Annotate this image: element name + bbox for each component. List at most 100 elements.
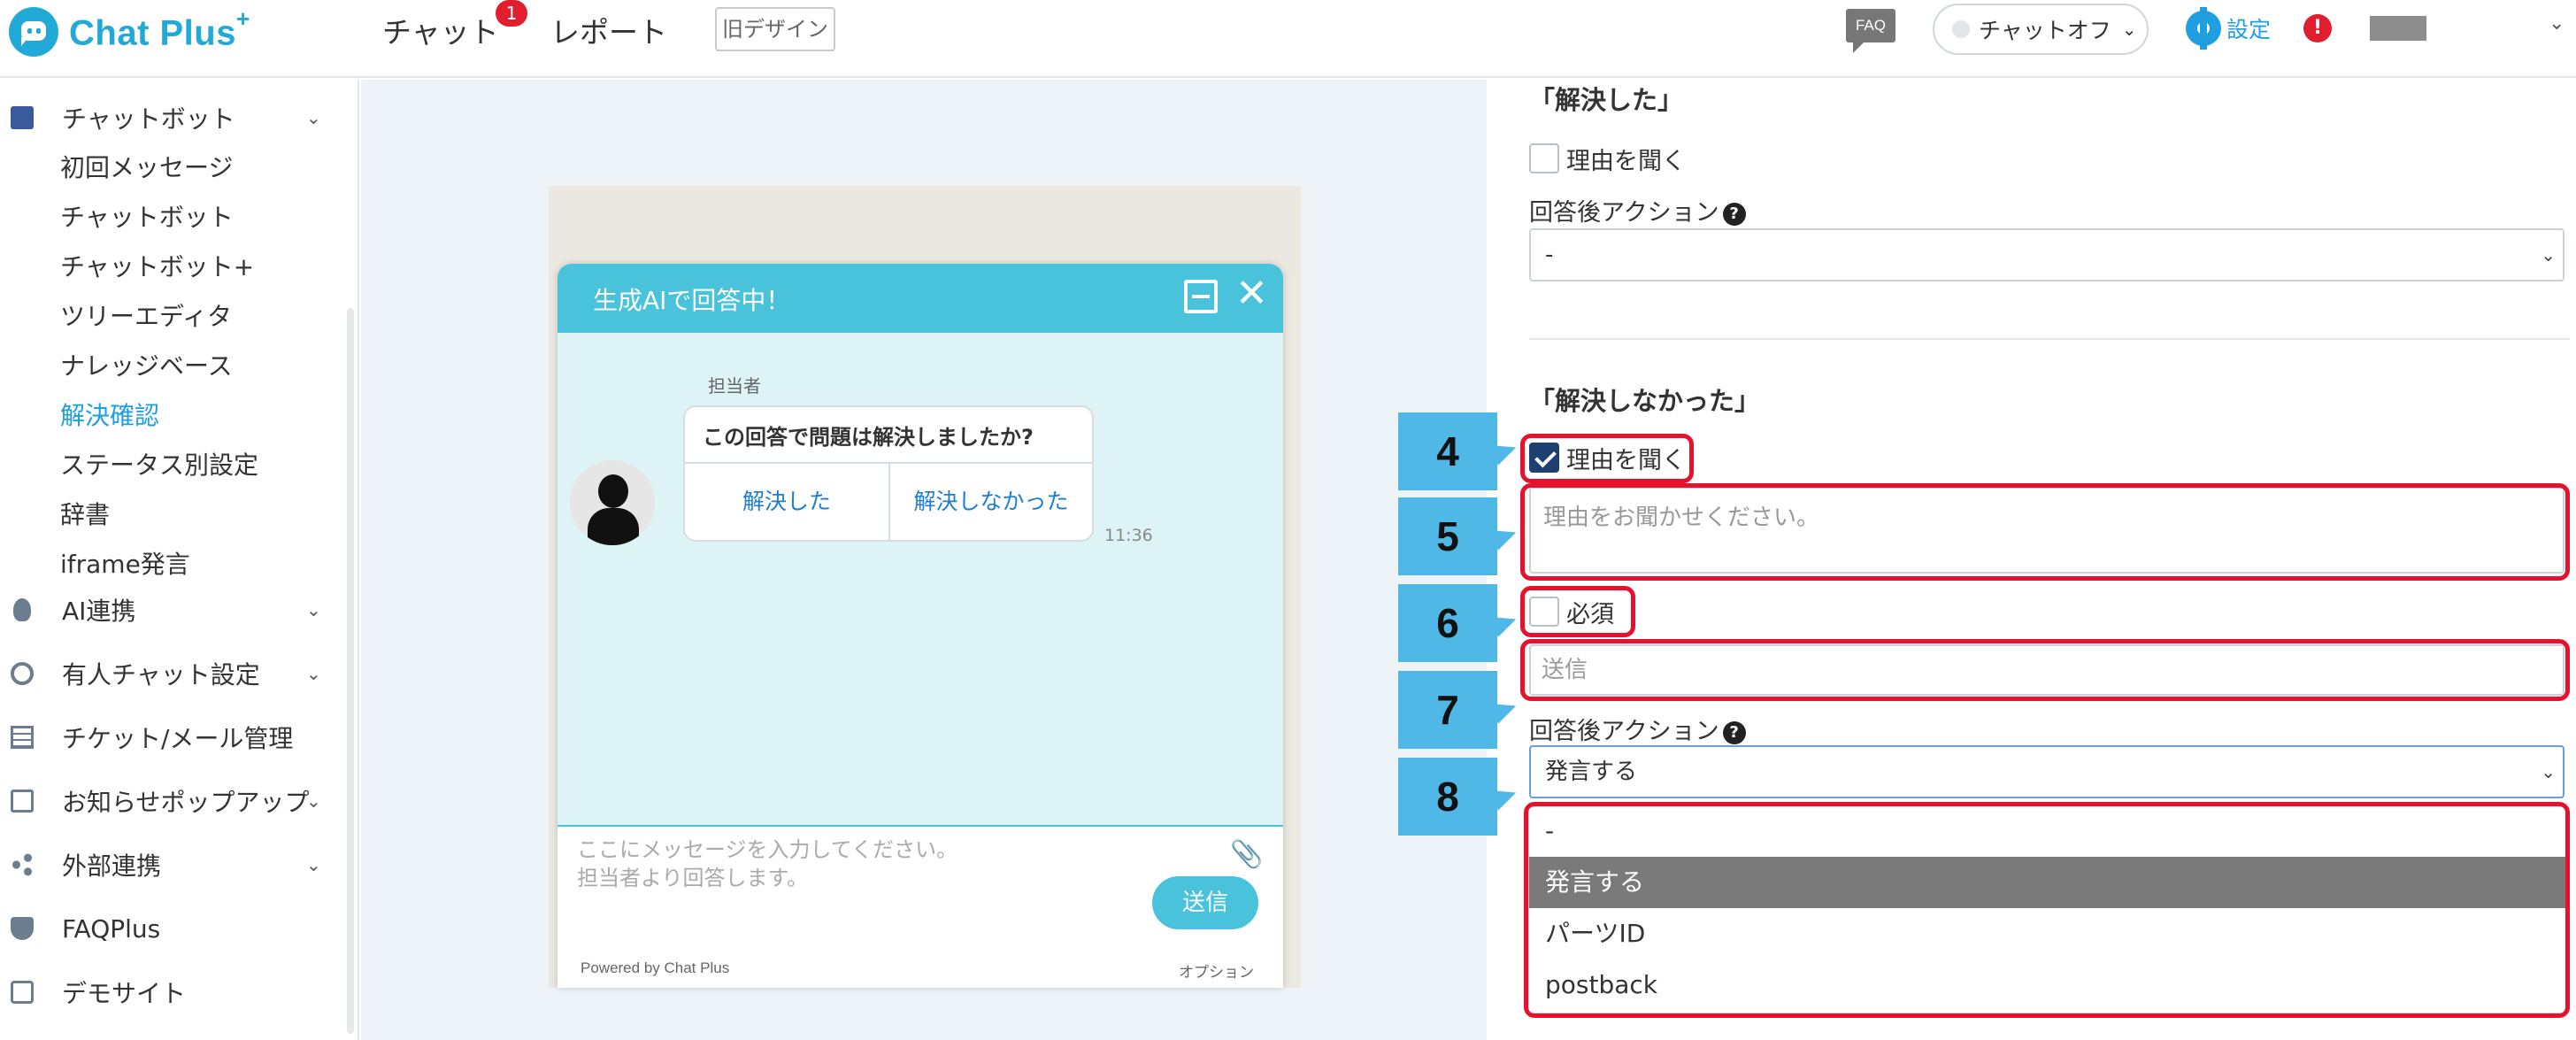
sidebar-item-chatbot-plus[interactable]: チャットボット+: [60, 248, 254, 283]
paperclip-icon[interactable]: 📎: [1230, 839, 1263, 870]
status-dot-icon: [1952, 20, 1970, 38]
sidebar-scrollbar[interactable]: [347, 308, 354, 1034]
chevron-down-icon: ⌄: [306, 854, 321, 875]
chevron-down-icon: ⌄: [2121, 19, 2137, 40]
sidebar-group-label: FAQPlus: [62, 913, 161, 944]
logo-text: Chat Plus+: [69, 4, 250, 53]
chat-notification-badge: 1: [496, 0, 527, 27]
unresolved-section-title: 「解決しなかった」: [1529, 386, 1761, 416]
sidebar-group-ai[interactable]: AI連携 ⌄: [0, 588, 336, 632]
settings-link[interactable]: 設定: [2186, 7, 2272, 50]
alert-icon[interactable]: !: [2303, 14, 2332, 42]
sidebar-item-resolution-check[interactable]: 解決確認: [60, 397, 159, 432]
highlight-dropdown: [1524, 802, 2570, 1018]
gear-icon: [2186, 7, 2221, 50]
message-input[interactable]: ここにメッセージを入力してください。 担当者より回答します。: [577, 836, 1126, 892]
callout-6: 6: [1398, 584, 1497, 662]
after-action-label: 回答後アクション?: [1529, 193, 1746, 227]
unresolved-button[interactable]: 解決しなかった: [890, 464, 1092, 540]
widget-messages: 担当者 この回答で問題は解決しましたか? 解決した 解決しなかった 11:36: [557, 333, 1283, 825]
widget-header: 生成AIで回答中！ ✕: [557, 264, 1283, 333]
highlight-ask-reason: [1520, 434, 1694, 483]
shield-icon: [11, 917, 34, 940]
widget-input-area: ここにメッセージを入力してください。 担当者より回答します。 📎 送信 Powe…: [557, 825, 1283, 988]
sidebar-group-label: 外部連携: [62, 851, 162, 881]
faq-icon[interactable]: FAQ: [1846, 9, 1895, 53]
user-avatar[interactable]: [2370, 16, 2426, 41]
agent-name: 担当者: [708, 375, 761, 397]
chat-widget-preview: 生成AIで回答中！ ✕ 担当者 この回答で問題は解決しましたか? 解決した 解決…: [557, 264, 1283, 988]
close-icon[interactable]: ✕: [1235, 271, 1268, 316]
agent-avatar-icon: [570, 460, 655, 545]
user-menu-chevron-icon[interactable]: ⌄: [2549, 12, 2564, 35]
sidebar-group-label: デモサイト: [62, 979, 187, 1008]
resolved-ask-reason-label: 理由を聞く: [1566, 148, 1686, 175]
option-link[interactable]: オプション: [1179, 959, 1254, 982]
minimize-icon[interactable]: [1184, 280, 1218, 313]
sidebar-item-status-settings[interactable]: ステータス別設定: [60, 446, 258, 481]
help-icon[interactable]: ?: [1722, 720, 1746, 744]
sidebar-group-faqplus[interactable]: FAQPlus: [0, 906, 336, 951]
sidebar-group-label: チケット/メール管理: [62, 724, 294, 753]
widget-title: 生成AIで回答中！: [593, 286, 791, 315]
chevron-down-icon: ⌄: [306, 790, 321, 812]
chevron-down-icon: ⌄: [2541, 244, 2556, 266]
sidebar-group-demo[interactable]: デモサイト: [0, 970, 336, 1014]
resolved-action-select[interactable]: - ⌄: [1529, 228, 2564, 281]
chat-bubble-logo-icon: [9, 7, 58, 57]
chatplus-logo[interactable]: Chat Plus+: [9, 5, 250, 58]
callout-5: 5: [1398, 497, 1497, 575]
sidebar: チャットボット ⌄ 初回メッセージ チャットボット チャットボット+ ツリーエデ…: [0, 80, 359, 1040]
top-header: Chat Plus+ チャット 1 レポート 旧デザイン FAQ チャットオフ …: [0, 0, 2576, 78]
sidebar-group-label: AI連携: [62, 597, 136, 626]
resolved-ask-reason-checkbox[interactable]: [1529, 143, 1559, 173]
after-action-label: 回答後アクション?: [1529, 712, 1746, 746]
chevron-down-icon: ⌄: [306, 663, 321, 684]
headset-icon: [11, 662, 34, 685]
message-bubble: この回答で問題は解決しましたか? 解決した 解決しなかった: [683, 405, 1094, 542]
sidebar-group-label: お知らせポップアップ: [62, 788, 310, 817]
nav-chat[interactable]: チャット: [382, 9, 499, 51]
old-design-button[interactable]: 旧デザイン: [715, 7, 835, 51]
settings-label: 設定: [2226, 17, 2272, 42]
sidebar-group-live-chat[interactable]: 有人チャット設定 ⌄: [0, 651, 336, 696]
sidebar-group-ticket[interactable]: チケット/メール管理: [0, 715, 336, 759]
powered-by: Powered by Chat Plus: [581, 959, 730, 976]
eye-icon: [11, 981, 34, 1004]
chevron-down-icon: ⌄: [306, 599, 321, 620]
send-button[interactable]: 送信: [1152, 876, 1258, 929]
sidebar-item-chatbot[interactable]: チャットボット: [60, 198, 234, 234]
highlight-reason-textarea: [1520, 483, 2570, 581]
sidebar-group-label: チャットボット: [62, 104, 235, 134]
question-text: この回答で問題は解決しましたか?: [703, 425, 1034, 450]
sidebar-group-chatbot[interactable]: チャットボット ⌄: [0, 96, 336, 140]
resolved-section-title: 「解決した」: [1529, 85, 1684, 115]
share-icon: [11, 853, 34, 876]
sidebar-group-popup[interactable]: お知らせポップアップ ⌄: [0, 779, 336, 823]
highlight-send-input: [1520, 639, 2570, 701]
sidebar-item-dictionary[interactable]: 辞書: [60, 496, 110, 531]
highlight-required: [1520, 586, 1635, 637]
sidebar-item-iframe[interactable]: iframe発言: [60, 545, 190, 581]
chevron-down-icon: ⌄: [306, 107, 321, 128]
sidebar-item-tree-editor[interactable]: ツリーエディタ: [60, 297, 232, 333]
callout-4: 4: [1398, 412, 1497, 490]
resolved-button[interactable]: 解決した: [685, 464, 888, 540]
popup-icon: [11, 790, 34, 813]
chat-status-label: チャットオフ: [1979, 18, 2111, 43]
sidebar-item-knowledge-base[interactable]: ナレッジベース: [60, 347, 233, 382]
sidebar-group-integration[interactable]: 外部連携 ⌄: [0, 843, 336, 887]
message-timestamp: 11:36: [1104, 526, 1153, 545]
chevron-down-icon: ⌄: [2541, 761, 2556, 782]
sidebar-group-label: 有人チャット設定: [62, 660, 260, 689]
nav-report[interactable]: レポート: [550, 9, 667, 51]
sidebar-item-initial-message[interactable]: 初回メッセージ: [60, 149, 233, 184]
chat-icon: [11, 106, 34, 129]
lightbulb-icon: [13, 598, 31, 621]
unresolved-action-select[interactable]: 発言する ⌄: [1529, 745, 2564, 798]
help-icon[interactable]: ?: [1722, 202, 1746, 226]
chat-status-toggle[interactable]: チャットオフ ⌄: [1933, 4, 2149, 55]
list-icon: [11, 726, 34, 749]
section-divider: [1529, 338, 2570, 340]
callout-8: 8: [1398, 758, 1497, 836]
